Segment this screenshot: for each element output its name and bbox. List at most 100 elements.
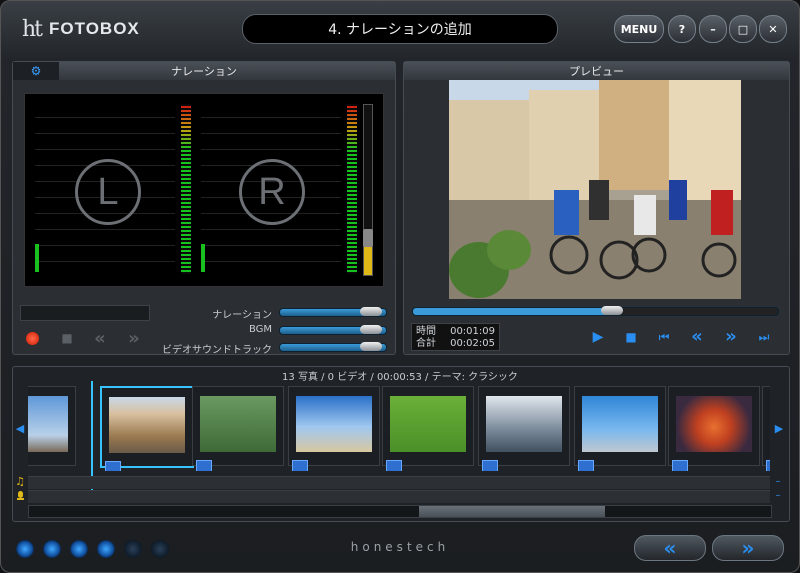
thumbnail-strip (28, 381, 770, 471)
thumbnail-penguins-pool[interactable] (574, 386, 666, 471)
photo-type-icon (766, 460, 770, 471)
soundtrack-slider-label: ビデオサウンドトラック (162, 345, 272, 356)
thumbnail-beach-clouds[interactable] (288, 386, 380, 471)
step-title: 4. ナレーションの追加 (242, 14, 558, 44)
step-indicator-1 (16, 540, 34, 558)
next-step-button[interactable]: » (712, 535, 784, 561)
narration-volume-slider[interactable] (279, 307, 387, 317)
play-button[interactable]: ▶ (590, 329, 606, 345)
right-vu-meter (347, 104, 357, 274)
narration-panel-header: ⚙ ナレーション (13, 62, 395, 80)
preview-panel-header: プレビュー (404, 62, 789, 80)
cyclists-street-photo (449, 80, 741, 299)
couple-bench-image (200, 396, 276, 452)
photo-type-icon (482, 460, 498, 471)
bgm-slider-label: BGM (248, 324, 272, 335)
narration-track-collapse-icon[interactable]: – (772, 491, 784, 501)
minimize-button[interactable]: – (699, 15, 727, 43)
preview-seek-knob[interactable] (601, 306, 623, 315)
photo-type-icon (196, 460, 212, 471)
narration-volume-knob[interactable] (360, 307, 382, 316)
timeline-scrollbar[interactable] (28, 505, 772, 518)
app-window: ht FOTOBOX 4. ナレーションの追加 MENU ? – □ ✕ ⚙ ナ… (0, 0, 800, 573)
beach-clouds-image (296, 396, 372, 452)
left-level-bar (35, 244, 39, 272)
bgm-volume-knob[interactable] (360, 325, 382, 334)
photo-type-icon (386, 460, 402, 471)
flowers-sky-image (28, 396, 68, 452)
step-indicator-6 (151, 540, 169, 558)
lambs-grass-image (390, 396, 466, 452)
step-indicator-2 (43, 540, 61, 558)
penguins-pool-image (582, 396, 658, 452)
time-value: 00:01:09 (450, 326, 495, 337)
right-channel-icon: R (239, 159, 305, 225)
thumbnail-lambs-grass[interactable] (382, 386, 474, 471)
menu-button[interactable]: MENU (614, 15, 664, 43)
narration-name-field[interactable] (20, 305, 150, 321)
narration-panel-title: ナレーション (171, 65, 237, 78)
timeline-scroll-right-button[interactable]: ▶ (772, 418, 786, 438)
cyclists-street-image (109, 397, 185, 453)
brand-label: honestech (350, 540, 450, 554)
timeline-info: 13 写真 / 0 ビデオ / 00:00:53 / テーマ: クラシック (282, 372, 518, 383)
soundtrack-volume-knob[interactable] (360, 342, 382, 351)
timeline-scroll-thumb[interactable] (419, 506, 605, 517)
step-indicator-4 (97, 540, 115, 558)
narration-rewind-button[interactable]: « (90, 328, 110, 349)
step-indicator-5 (124, 540, 142, 558)
music-track[interactable] (28, 476, 770, 489)
clownfish-anemone-image (676, 396, 752, 452)
next-button[interactable]: » (722, 326, 740, 347)
right-level-bar (201, 244, 205, 272)
input-gain-fill (364, 247, 372, 275)
music-note-icon: ♫ (15, 475, 25, 488)
bgm-volume-slider[interactable] (279, 325, 387, 335)
thumbnail-flowers-sky[interactable] (28, 386, 76, 466)
preview-seek-bar[interactable] (412, 306, 779, 316)
narration-forward-button[interactable]: » (124, 328, 144, 349)
timeline-scroll-left-button[interactable]: ◀ (13, 418, 27, 438)
app-logo: ht FOTOBOX (22, 16, 140, 42)
thumbnail-couple-bench[interactable] (192, 386, 284, 471)
thumbnail-partial[interactable] (762, 386, 770, 471)
input-gain-knob[interactable] (363, 229, 373, 247)
close-button[interactable]: ✕ (759, 15, 787, 43)
photo-type-icon (578, 460, 594, 471)
left-channel-icon: L (75, 159, 141, 225)
preview-stop-button[interactable]: ■ (623, 329, 639, 345)
input-gain-slider[interactable] (363, 104, 373, 276)
record-button[interactable] (26, 332, 39, 345)
last-frame-button[interactable]: ⏭ (756, 329, 772, 345)
preview-panel-title: プレビュー (569, 65, 624, 78)
narration-slider-label: ナレーション (212, 310, 272, 321)
logo-text: FOTOBOX (49, 19, 140, 38)
penguins-rocks-image (486, 396, 562, 452)
time-display: 時間 00:01:09 合計 00:02:05 (411, 323, 500, 351)
total-label: 合計 (416, 338, 436, 349)
thumbnail-cyclists-street[interactable] (100, 386, 194, 471)
photo-type-icon (672, 460, 688, 471)
logo-mark: ht (22, 16, 43, 42)
narration-track[interactable] (28, 490, 770, 503)
photo-type-icon (105, 461, 121, 471)
preview-image (449, 80, 741, 299)
thumbnail-penguins-rocks[interactable] (478, 386, 570, 471)
left-vu-meter (181, 104, 191, 274)
soundtrack-volume-slider[interactable] (279, 342, 387, 352)
narration-stop-button[interactable]: ■ (60, 331, 74, 345)
thumbnail-clownfish-anemone[interactable] (668, 386, 760, 471)
previous-button[interactable]: « (688, 326, 706, 347)
microphone-icon (14, 490, 26, 502)
first-frame-button[interactable]: ⏮ (656, 329, 672, 345)
help-button[interactable]: ? (668, 15, 696, 43)
settings-gear-icon[interactable]: ⚙ (13, 62, 59, 80)
maximize-button[interactable]: □ (729, 15, 757, 43)
step-indicator-3 (70, 540, 88, 558)
time-label: 時間 (416, 326, 436, 337)
back-button[interactable]: « (634, 535, 706, 561)
total-value: 00:02:05 (450, 338, 495, 349)
music-track-collapse-icon[interactable]: – (772, 477, 784, 487)
audio-meter-display: L R (24, 93, 384, 287)
photo-type-icon (292, 460, 308, 471)
